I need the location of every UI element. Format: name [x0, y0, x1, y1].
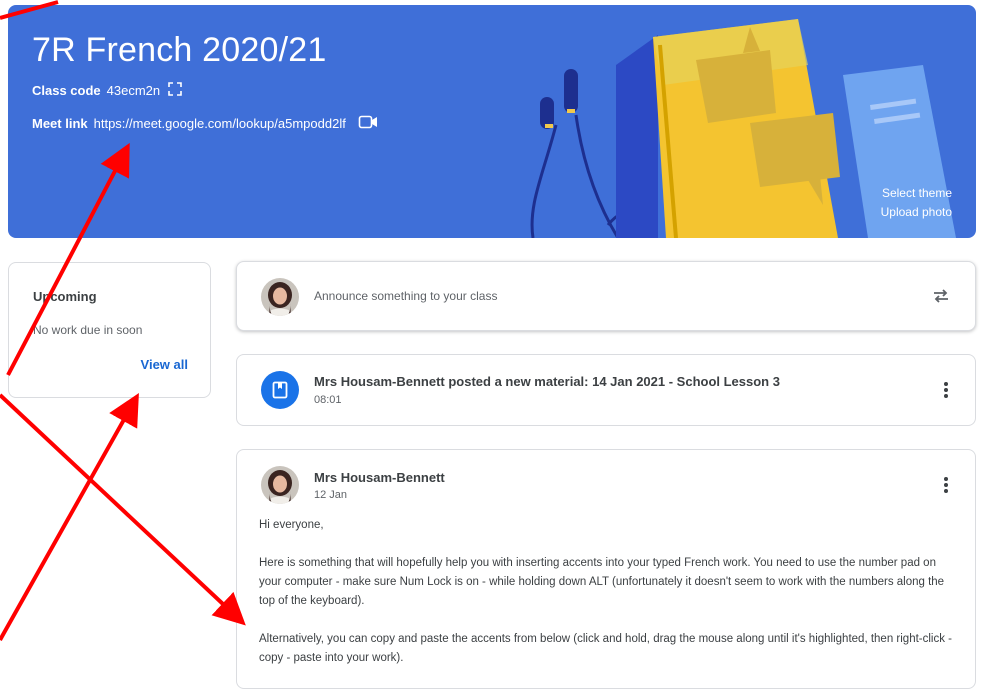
- upcoming-empty-text: No work due in soon: [33, 323, 143, 337]
- class-code-label: Class code: [32, 83, 101, 98]
- class-code-value: 43ecm2n: [106, 83, 161, 98]
- view-all-link[interactable]: View all: [141, 357, 188, 372]
- avatar: [261, 466, 299, 504]
- meet-link-url[interactable]: https://meet.google.com/lookup/a5mpodd2l…: [94, 116, 346, 131]
- class-code-row: Class code 43ecm2n: [32, 82, 182, 99]
- material-title[interactable]: Mrs Housam-Bennett posted a new material…: [314, 374, 780, 389]
- annotation-arrow: [0, 393, 139, 641]
- repost-icon[interactable]: [931, 286, 951, 311]
- more-options-icon[interactable]: [943, 381, 949, 404]
- announcement-post: Mrs Housam-Bennett 12 Jan Hi everyone, H…: [236, 449, 976, 689]
- material-card[interactable]: Mrs Housam-Bennett posted a new material…: [236, 354, 976, 426]
- post-body: Hi everyone, Here is something that will…: [259, 516, 959, 687]
- annotation-arrow: [0, 393, 246, 626]
- fullscreen-icon[interactable]: [168, 82, 182, 99]
- material-time: 08:01: [314, 394, 342, 406]
- select-theme-link[interactable]: Select theme: [882, 186, 952, 200]
- avatar: [261, 278, 299, 316]
- announce-placeholder[interactable]: Announce something to your class: [314, 289, 497, 303]
- more-options-icon[interactable]: [943, 476, 949, 499]
- post-date: 12 Jan: [314, 489, 348, 501]
- meet-link-row: Meet link https://meet.google.com/lookup…: [32, 114, 378, 133]
- meet-link-label: Meet link: [32, 116, 88, 131]
- video-camera-icon[interactable]: [358, 114, 378, 133]
- class-banner: 7R French 2020/21 Class code 43ecm2n Mee…: [8, 5, 976, 238]
- upcoming-title: Upcoming: [33, 289, 97, 304]
- class-title: 7R French 2020/21: [32, 31, 327, 69]
- announce-box[interactable]: Announce something to your class: [236, 261, 976, 331]
- post-paragraph: Here is something that will hopefully he…: [259, 557, 945, 607]
- post-paragraph: Alternatively, you can copy and paste th…: [259, 633, 952, 664]
- post-greeting: Hi everyone,: [259, 519, 324, 531]
- post-author: Mrs Housam-Bennett: [314, 470, 445, 485]
- upcoming-panel: Upcoming No work due in soon View all: [8, 262, 211, 398]
- material-icon: [261, 371, 299, 409]
- upload-photo-link[interactable]: Upload photo: [881, 205, 952, 219]
